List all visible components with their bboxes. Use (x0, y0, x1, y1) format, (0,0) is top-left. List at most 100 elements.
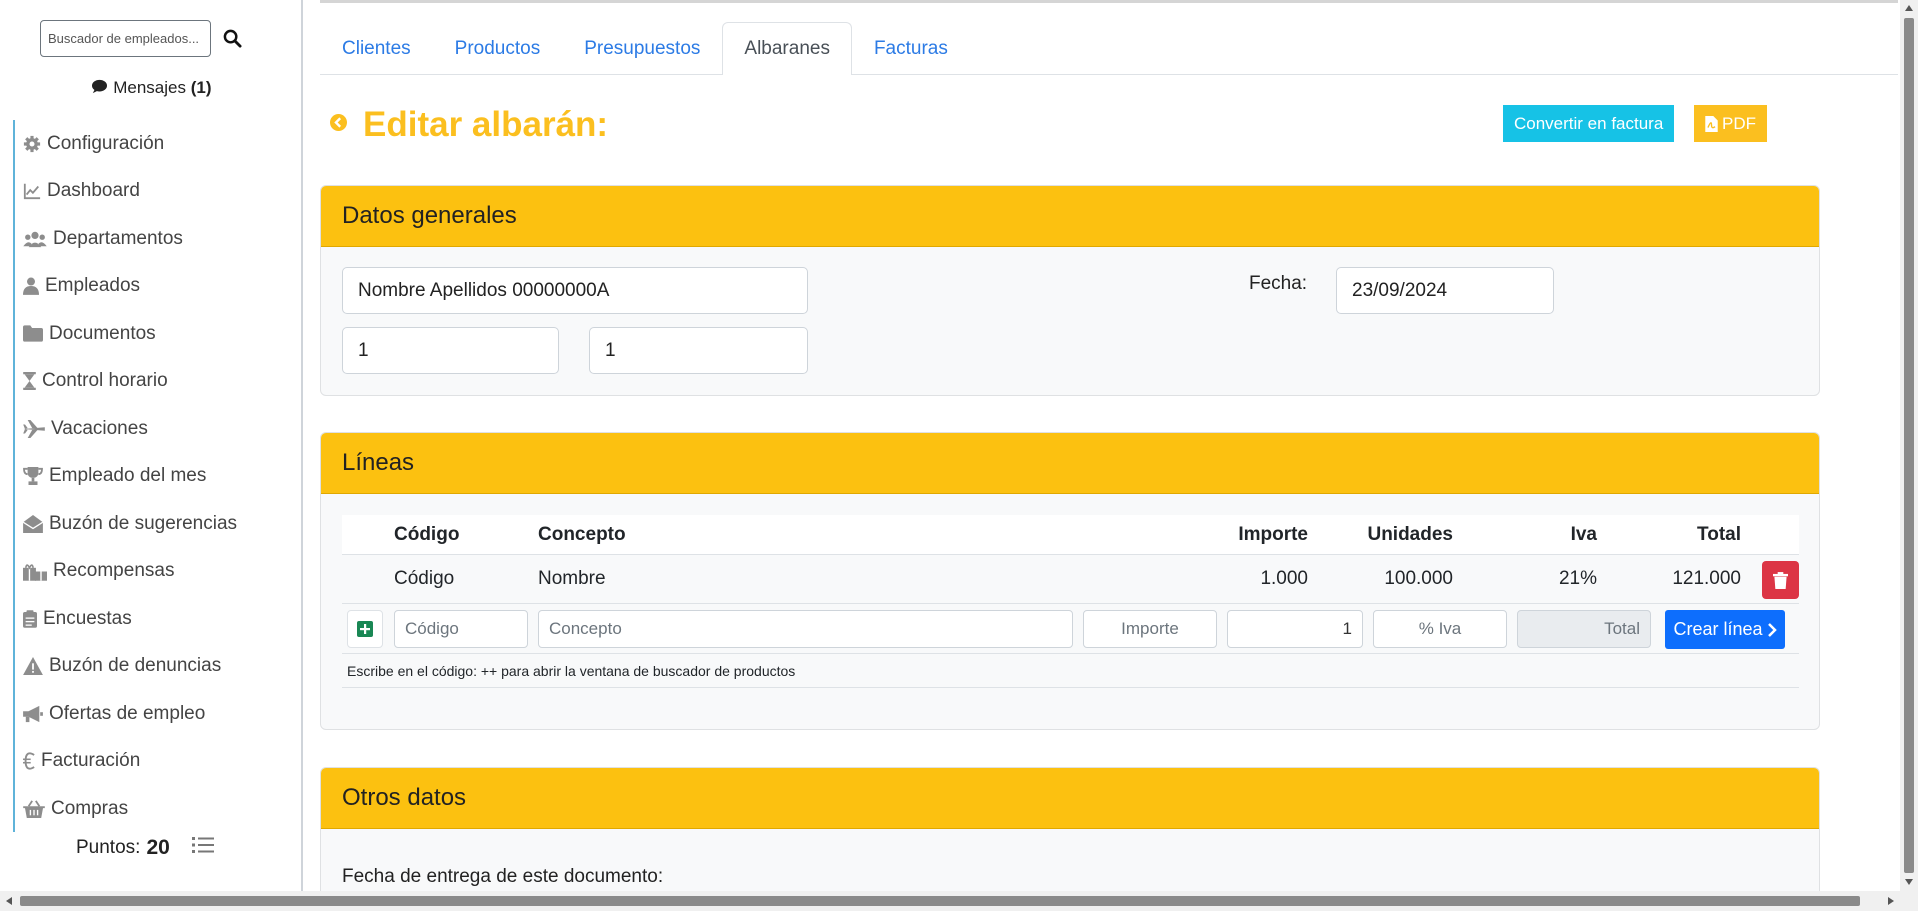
delivery-date-label: Fecha de entrega de este documento: (342, 866, 664, 887)
date-field[interactable] (1336, 267, 1554, 314)
new-unidades-input[interactable] (1227, 610, 1363, 648)
add-product-button[interactable] (347, 610, 383, 648)
new-importe-input[interactable] (1083, 610, 1217, 648)
sidebar-item-documentos[interactable]: Documentos (15, 310, 301, 358)
delete-line-button[interactable] (1762, 561, 1799, 599)
other-data-card: Otros datos Fecha de entrega de este doc… (320, 767, 1820, 891)
col-codigo: Código (394, 523, 460, 545)
scroll-left-arrow[interactable] (6, 897, 12, 905)
sidebar-item-compras[interactable]: Compras (15, 785, 301, 833)
col-iva: Iva (1570, 523, 1597, 545)
sidebar-item-dashboard[interactable]: Dashboard (15, 168, 301, 216)
sidebar-item-recompensas[interactable]: Recompensas (15, 548, 301, 596)
sidebar-item-label: Documentos (49, 322, 156, 344)
lines-table: Código Concepto Importe Unidades Iva Tot… (342, 515, 1799, 688)
new-total-input (1517, 610, 1651, 648)
points-label: Puntos: (76, 837, 141, 858)
tab-productos[interactable]: Productos (433, 22, 563, 74)
general-data-card: Datos generales Fecha: (320, 185, 1820, 396)
folder-icon (23, 325, 43, 342)
sidebar-item-control-horario[interactable]: Control horario (15, 358, 301, 406)
horizontal-scroll-thumb[interactable] (20, 896, 1860, 906)
sidebar-item-empleados[interactable]: Empleados (15, 263, 301, 311)
convert-to-invoice-button[interactable]: Convertir en factura (1503, 105, 1675, 142)
basket-icon (23, 800, 45, 818)
page-title-row: Editar albarán: (330, 105, 608, 145)
lines-card: Líneas Código Concepto Importe Unidades … (320, 432, 1820, 730)
col-unidades: Unidades (1367, 523, 1453, 545)
number-field[interactable] (589, 327, 808, 374)
sidebar-item-label: Vacaciones (51, 417, 148, 439)
comment-icon (92, 79, 108, 94)
series-field[interactable] (342, 327, 559, 374)
vertical-scroll-thumb[interactable] (1904, 18, 1914, 873)
sidebar-item-departamentos[interactable]: Departamentos (15, 215, 301, 263)
sidebar-item-label: Buzón de denuncias (49, 655, 222, 677)
help-text: Escribe en el código: ++ para abrir la v… (342, 654, 1799, 688)
megaphone-icon (23, 705, 43, 722)
search-icon[interactable] (217, 20, 247, 57)
gear-icon (23, 135, 41, 152)
sidebar-item-label: Ofertas de empleo (49, 702, 206, 724)
plus-square-icon (357, 621, 373, 637)
plane-icon (23, 419, 45, 438)
envelope-open-icon (23, 514, 43, 533)
sidebar-item-empleado-del-mes[interactable]: Empleado del mes (15, 453, 301, 501)
sidebar-item-label: Compras (51, 797, 129, 819)
scroll-up-arrow[interactable] (1905, 5, 1913, 11)
back-circle-icon[interactable] (330, 114, 347, 136)
tab-presupuestos[interactable]: Presupuestos (562, 22, 722, 74)
file-pdf-icon (1705, 115, 1718, 132)
row-concepto: Nombre (538, 568, 606, 589)
chevron-right-icon (1767, 622, 1777, 637)
clipboard-icon (23, 610, 37, 628)
create-line-button[interactable]: Crear línea (1665, 610, 1785, 649)
tab-clientes[interactable]: Clientes (320, 22, 433, 74)
users-icon (23, 231, 47, 247)
row-unidades: 100.000 (1384, 568, 1453, 589)
sidebar-item-ofertas-empleo[interactable]: Ofertas de empleo (15, 690, 301, 738)
sidebar-item-label: Control horario (42, 370, 168, 392)
trophy-icon (23, 467, 43, 486)
tab-albaranes[interactable]: Albaranes (722, 22, 852, 75)
general-data-header: Datos generales (321, 186, 1819, 247)
scroll-right-arrow[interactable] (1888, 897, 1894, 905)
client-field[interactable] (342, 267, 808, 314)
employee-search-input[interactable] (40, 20, 211, 57)
chart-line-icon (23, 184, 41, 200)
sidebar-item-facturacion[interactable]: Facturación (15, 738, 301, 786)
table-row: Código Nombre 1.000 100.000 21% 121.000 (342, 555, 1799, 604)
sidebar-item-buzon-sugerencias[interactable]: Buzón de sugerencias (15, 500, 301, 548)
employee-search (40, 20, 247, 57)
sidebar-item-label: Facturación (41, 750, 141, 772)
hourglass-icon (23, 372, 36, 391)
list-icon[interactable] (191, 836, 214, 860)
pdf-button[interactable]: PDF (1694, 105, 1767, 142)
tab-facturas[interactable]: Facturas (852, 22, 970, 74)
messages-link[interactable]: Mensajes (1) (0, 78, 303, 98)
horizontal-scrollbar[interactable] (0, 891, 1918, 911)
row-importe: 1.000 (1260, 568, 1308, 589)
new-iva-input[interactable] (1373, 610, 1507, 648)
sidebar-item-buzon-denuncias[interactable]: Buzón de denuncias (15, 643, 301, 691)
sidebar-item-label: Empleado del mes (49, 465, 207, 487)
col-importe: Importe (1238, 523, 1308, 545)
sidebar-item-configuracion[interactable]: Configuración (15, 120, 301, 168)
table-header-row: Código Concepto Importe Unidades Iva Tot… (342, 515, 1799, 555)
row-codigo: Código (394, 568, 455, 589)
gifts-icon (23, 563, 47, 581)
sidebar-item-label: Departamentos (53, 227, 183, 249)
points-value: 20 (146, 836, 170, 859)
points: Puntos: 20 (76, 836, 214, 860)
sidebar-item-vacaciones[interactable]: Vacaciones (15, 405, 301, 453)
user-icon (23, 277, 39, 296)
create-line-label: Crear línea (1673, 619, 1763, 639)
sidebar-item-label: Encuestas (43, 607, 132, 629)
scroll-down-arrow[interactable] (1905, 879, 1913, 885)
new-concepto-input[interactable] (538, 610, 1073, 648)
sidebar-item-encuestas[interactable]: Encuestas (15, 595, 301, 643)
new-codigo-input[interactable] (394, 610, 528, 648)
vertical-scrollbar[interactable] (1900, 0, 1918, 891)
lines-header: Líneas (321, 433, 1819, 494)
messages-count: (1) (190, 78, 212, 97)
